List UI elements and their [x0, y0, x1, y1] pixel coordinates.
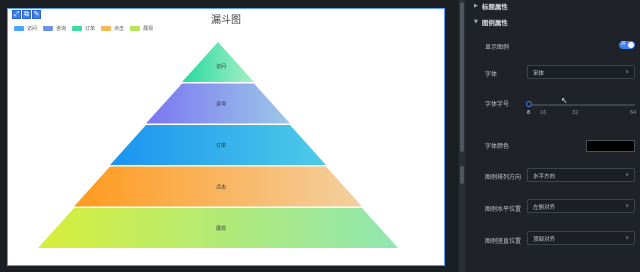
- funnel-layer-label: 订单: [216, 142, 226, 149]
- funnel-layer-1[interactable]: [182, 42, 254, 82]
- property-panel: ▶ 标题属性 ▼ 图例属性 显示图例 开 字体 宋体 ∨ 字体字号 8 16 3…: [466, 0, 640, 272]
- chevron-down-icon: ∨: [625, 235, 629, 241]
- chevron-down-icon: ∨: [625, 69, 629, 75]
- funnel-layer-label: 咨询: [216, 101, 226, 108]
- show-legend-toggle[interactable]: 开: [619, 41, 635, 49]
- funnel-layer-label: 访问: [216, 63, 226, 70]
- caret-down-icon: ▼: [474, 19, 478, 25]
- font-label: 字体: [485, 71, 498, 78]
- font-color-picker[interactable]: [586, 140, 635, 152]
- section-title-label: 标题属性: [481, 3, 508, 11]
- show-legend-label: 显示图例: [485, 44, 510, 51]
- panel-scrollbar[interactable]: [459, 0, 465, 272]
- legend-h-select[interactable]: 左侧对齐 ∨: [527, 199, 635, 213]
- legend-h-label: 图例水平位置: [485, 206, 522, 213]
- legend-direction-value: 水平方向: [533, 174, 556, 180]
- font-color-label: 字体颜色: [485, 143, 510, 150]
- chevron-down-icon: ∨: [625, 172, 629, 178]
- slider-tick: 16: [540, 110, 547, 116]
- canvas-area: ⤢ ⧉ ✎ 漏斗图 访问 咨询 订单 点击 展现 访问 咨询 订单 点击 展现: [0, 0, 458, 272]
- font-size-slider[interactable]: [526, 101, 635, 107]
- funnel-chart-card[interactable]: ⤢ ⧉ ✎ 漏斗图 访问 咨询 订单 点击 展现 访问 咨询 订单 点击 展现: [7, 8, 445, 266]
- legend-v-label: 图例竖直位置: [485, 238, 522, 245]
- scrollbar-thumb[interactable]: [460, 2, 464, 152]
- scrollbar-thumb-secondary[interactable]: [460, 166, 464, 184]
- slider-handle[interactable]: [526, 101, 532, 107]
- funnel-layer-label: 点击: [216, 184, 226, 191]
- chevron-down-icon: ∨: [625, 203, 629, 209]
- legend-v-value: 顶部对齐: [533, 237, 556, 243]
- section-title-props[interactable]: ▶ 标题属性: [474, 1, 508, 11]
- legend-direction-label: 图例排列方向: [485, 174, 522, 181]
- section-legend-props[interactable]: ▼ 图例属性: [474, 17, 508, 27]
- legend-h-value: 左侧对齐: [533, 205, 556, 211]
- slider-tick: 8: [527, 110, 531, 116]
- font-size-label: 字体字号: [485, 101, 510, 108]
- legend-v-select[interactable]: 顶部对齐 ∨: [527, 231, 635, 245]
- mouse-cursor-icon: ↖: [561, 96, 568, 105]
- slider-tick: 64: [630, 110, 637, 116]
- toggle-knob: [628, 42, 634, 48]
- legend-direction-select[interactable]: 水平方向 ∨: [527, 168, 635, 182]
- caret-right-icon: ▶: [474, 3, 478, 9]
- section-legend-label: 图例属性: [481, 19, 508, 27]
- toggle-text: 开: [621, 42, 626, 47]
- font-select[interactable]: 宋体 ∨: [527, 65, 635, 79]
- funnel-layer-label: 展现: [216, 226, 226, 232]
- font-select-value: 宋体: [533, 71, 545, 77]
- funnel-plot: 访问咨询订单点击展现: [38, 42, 398, 248]
- slider-tick: 32: [572, 110, 579, 116]
